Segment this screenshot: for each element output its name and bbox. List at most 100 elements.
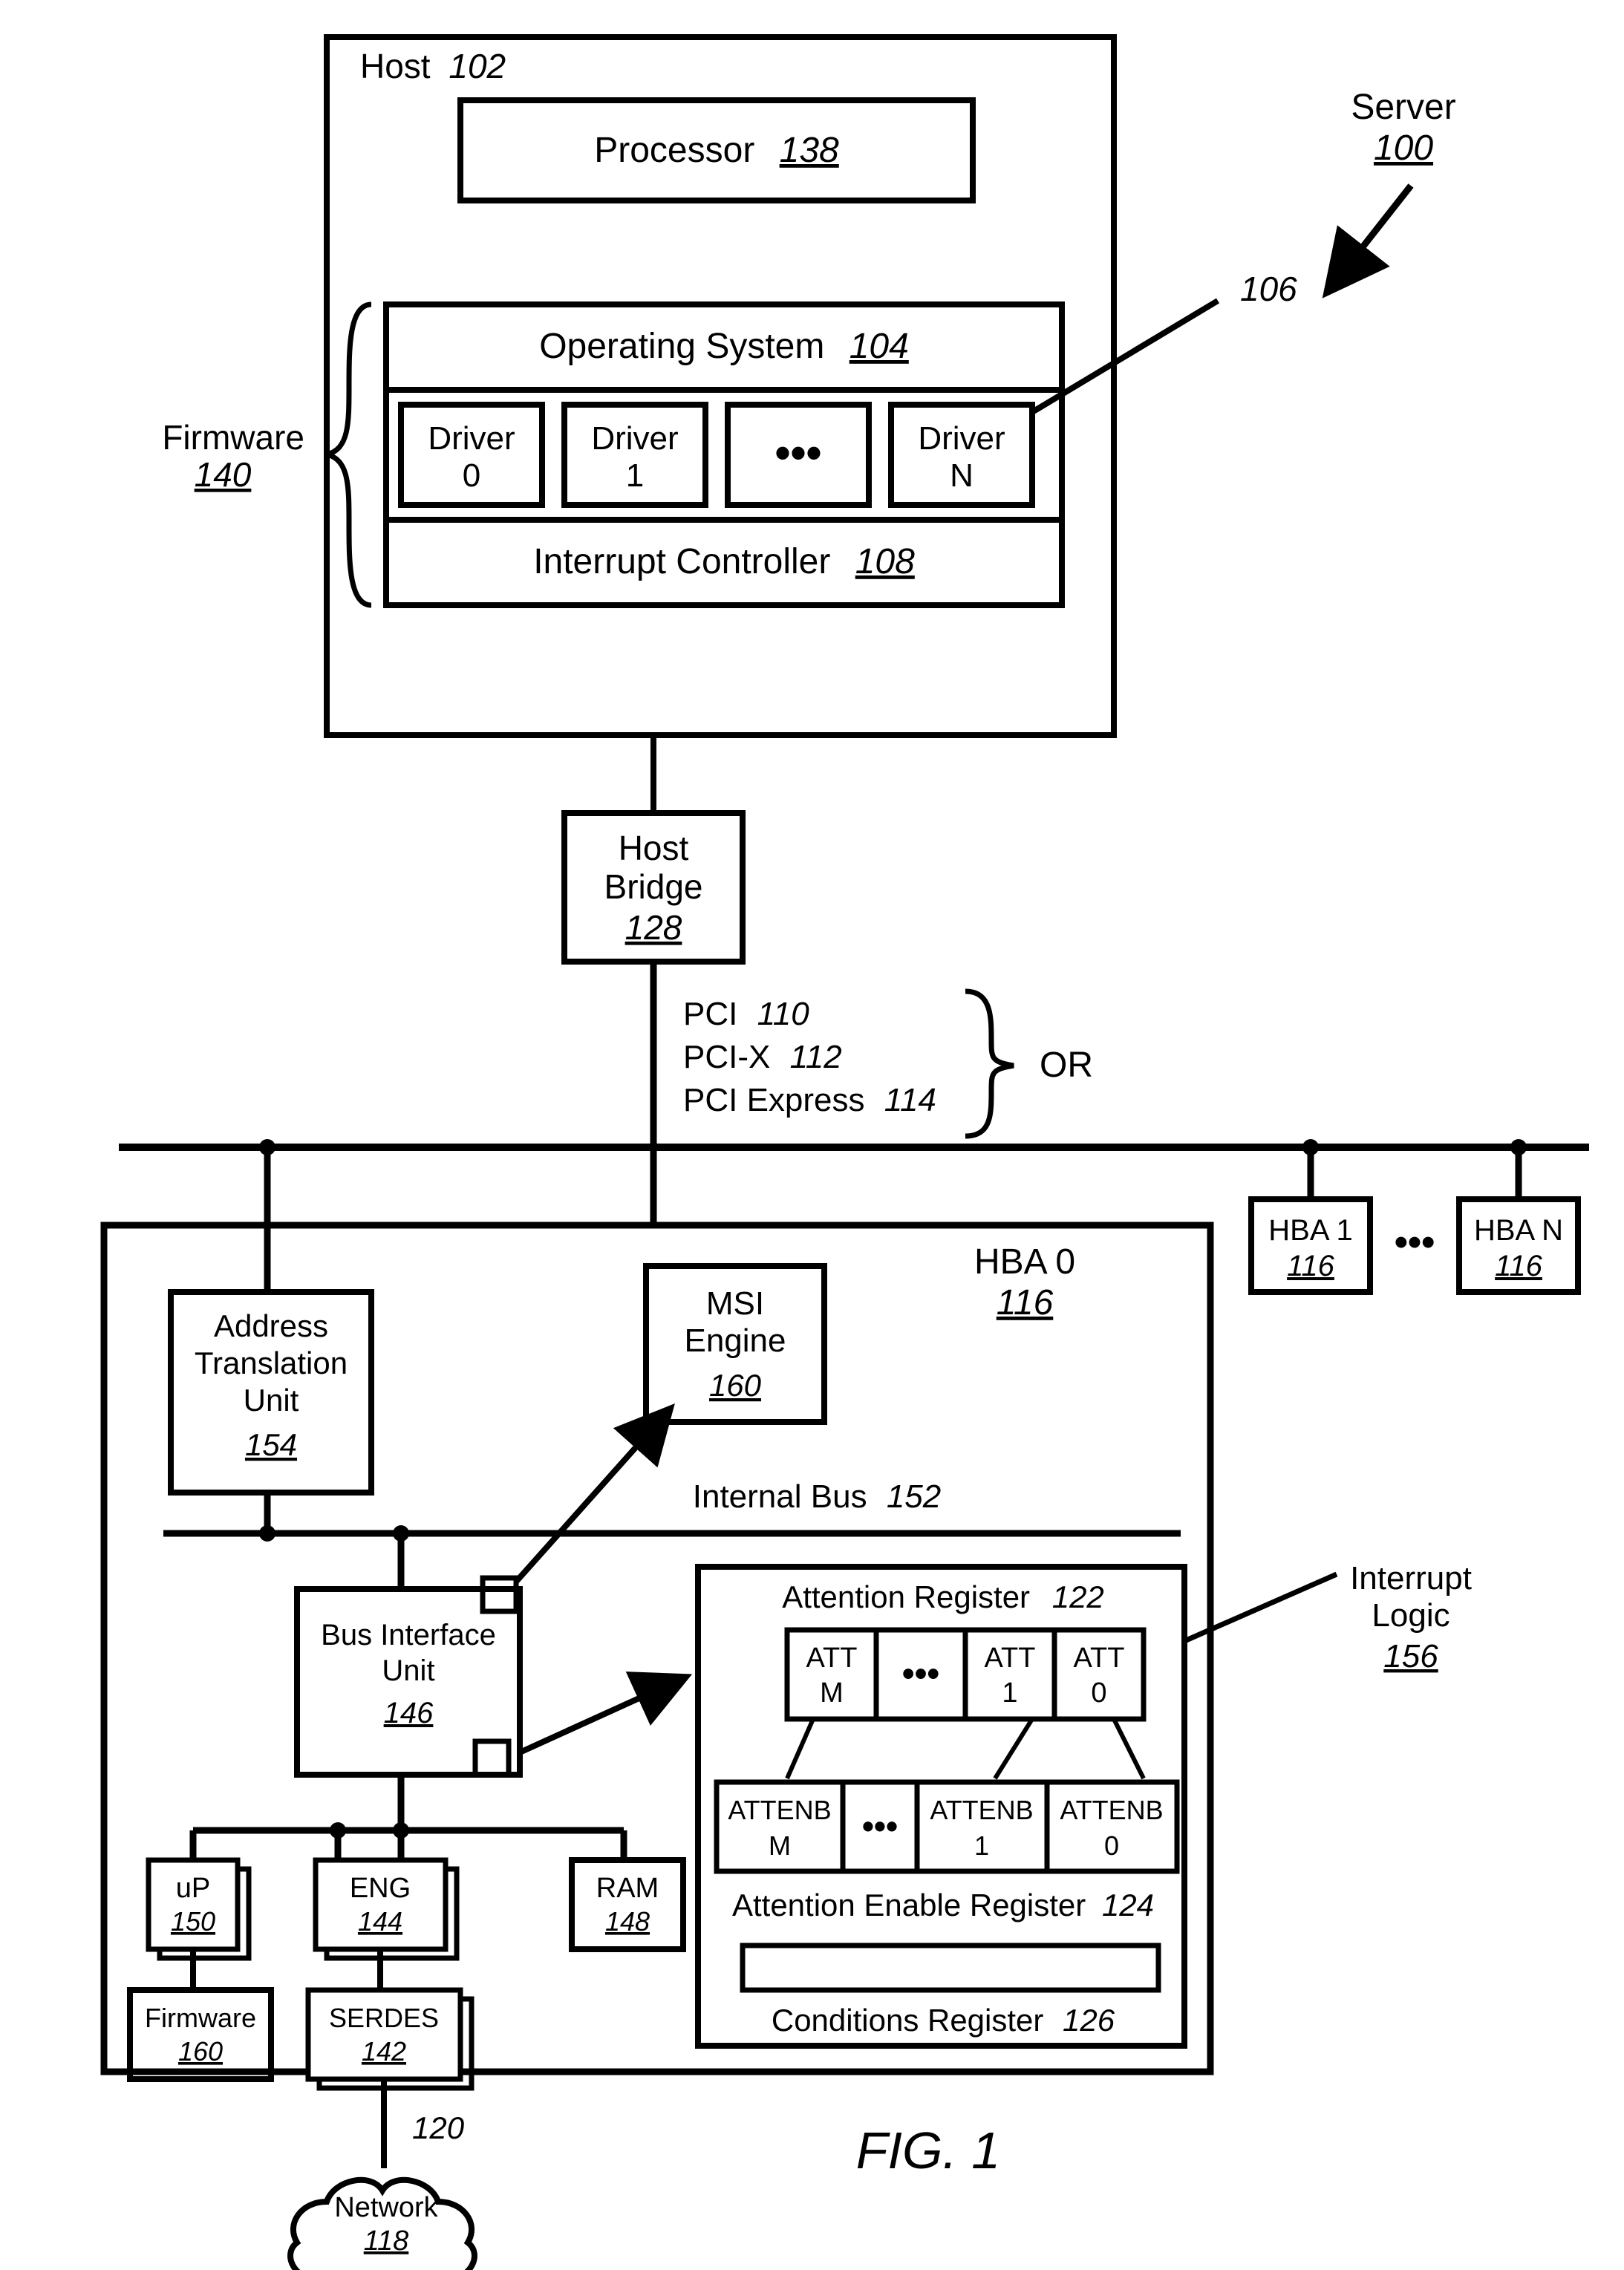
svg-text:HBA 1: HBA 1 <box>1268 1214 1352 1247</box>
svg-text:PCI Express 114: PCI Express 114 <box>683 1082 936 1118</box>
svg-text:150: 150 <box>171 1906 215 1937</box>
atu-box: Address Translation Unit 154 <box>171 1225 371 1542</box>
bus-drop-left <box>259 1139 275 1225</box>
svg-text:148: 148 <box>605 1906 650 1937</box>
hba-1-box: HBA 1 116 <box>1251 1139 1370 1292</box>
svg-text:N: N <box>950 457 974 494</box>
svg-text:Internal Bus 152: Internal Bus 152 <box>693 1478 941 1515</box>
svg-text:ATTENB: ATTENB <box>1060 1795 1163 1825</box>
svg-text:154: 154 <box>245 1427 297 1462</box>
svg-text:0: 0 <box>463 457 480 494</box>
interrupt-logic-label: Interrupt Logic 156 <box>1184 1560 1472 1674</box>
bus-options: PCI 110 PCI-X 112 PCI Express 114 OR <box>683 991 1093 1136</box>
svg-text:Interrupt Controller 108: Interrupt Controller 108 <box>533 542 915 581</box>
svg-text:RAM: RAM <box>596 1873 659 1904</box>
svg-text:Operating System 104: Operating System 104 <box>539 327 909 366</box>
svg-text:120: 120 <box>412 2110 465 2145</box>
serdes-to-network: 120 <box>384 2079 465 2168</box>
internal-bus: Internal Bus 152 <box>163 1478 1181 1533</box>
svg-text:Conditions Register 126: Conditions Register 126 <box>772 2003 1115 2038</box>
svg-text:PCI 110: PCI 110 <box>683 996 809 1032</box>
svg-text:0: 0 <box>1104 1830 1119 1861</box>
svg-text:100: 100 <box>1374 128 1433 168</box>
svg-text:Firmware: Firmware <box>145 2003 256 2033</box>
svg-text:M: M <box>820 1677 844 1709</box>
hba-n-box: HBA N 116 <box>1459 1139 1578 1292</box>
svg-text:MSI: MSI <box>706 1285 764 1322</box>
svg-text:Attention Enable Register: Attention Enable Register 124 <box>732 1888 1154 1922</box>
svg-text:ENG: ENG <box>350 1873 411 1904</box>
svg-text:106: 106 <box>1240 270 1297 308</box>
svg-text:ATT: ATT <box>985 1643 1036 1674</box>
svg-text:0: 0 <box>1091 1677 1106 1709</box>
svg-text:140: 140 <box>195 455 252 494</box>
serdes-box: SERDES 142 <box>308 1990 472 2088</box>
svg-text:Processor 138: Processor 138 <box>594 131 839 170</box>
svg-text:•••: ••• <box>775 428 821 477</box>
svg-text:116: 116 <box>1287 1250 1335 1282</box>
eng-box: ENG 144 <box>316 1830 457 1990</box>
svg-text:118: 118 <box>364 2225 409 2257</box>
svg-text:ATT: ATT <box>1074 1643 1125 1674</box>
driver-1: Driver 1 <box>564 405 705 505</box>
processor-box: Processor 138 <box>460 100 973 200</box>
server-label: Server 100 <box>1329 88 1456 290</box>
svg-text:146: 146 <box>384 1697 434 1729</box>
driver-n: Driver N <box>891 405 1032 505</box>
svg-text:HBA N: HBA N <box>1474 1214 1563 1247</box>
driver-ellipsis: ••• <box>728 405 869 505</box>
up-box: uP 150 <box>149 1830 249 1990</box>
hba-ellipsis: ••• <box>1395 1221 1435 1264</box>
svg-text:1: 1 <box>626 457 644 494</box>
driver-callout-106: 106 <box>1032 270 1297 412</box>
ram-box: RAM 148 <box>572 1830 683 1949</box>
firmware-box: Firmware 160 <box>130 1990 271 2079</box>
svg-text:Unit: Unit <box>244 1383 299 1418</box>
svg-text:Logic: Logic <box>1372 1597 1449 1634</box>
svg-text:•••: ••• <box>862 1807 898 1845</box>
network-cloud: Network 118 <box>290 2180 475 2270</box>
svg-text:160: 160 <box>709 1368 762 1403</box>
hba0-label: HBA 0 <box>974 1242 1075 1282</box>
svg-text:Host: Host <box>619 829 689 867</box>
svg-text:Address: Address <box>214 1308 328 1343</box>
svg-text:116: 116 <box>1495 1250 1543 1282</box>
svg-text:uP: uP <box>176 1873 210 1904</box>
svg-text:Interrupt: Interrupt <box>1350 1560 1472 1596</box>
svg-text:Unit: Unit <box>382 1654 434 1687</box>
svg-text:128: 128 <box>625 908 682 947</box>
msi-engine-box: MSI Engine 160 <box>646 1266 824 1422</box>
biu-box: Bus Interface Unit 146 <box>297 1411 683 1830</box>
svg-text:Driver: Driver <box>591 420 678 457</box>
svg-text:PCI-X 112: PCI-X 112 <box>683 1039 842 1075</box>
svg-text:Firmware: Firmware <box>162 418 304 457</box>
firmware-stack: Operating System 104 Driver 0 Driver 1 •… <box>386 304 1062 605</box>
host-label: Host 102 <box>360 47 506 85</box>
svg-text:160: 160 <box>178 2036 223 2067</box>
svg-text:Network: Network <box>334 2192 438 2223</box>
svg-text:142: 142 <box>362 2036 406 2067</box>
firmware-brace: Firmware 140 <box>162 304 371 605</box>
svg-text:144: 144 <box>358 1906 402 1937</box>
svg-text:SERDES: SERDES <box>329 2003 439 2033</box>
svg-text:Bus Interface: Bus Interface <box>321 1619 496 1651</box>
svg-text:ATTENB: ATTENB <box>728 1795 831 1825</box>
driver-0: Driver 0 <box>401 405 542 505</box>
svg-text:1: 1 <box>974 1830 989 1861</box>
svg-text:Server: Server <box>1351 88 1455 127</box>
svg-text:Driver: Driver <box>428 420 515 457</box>
hba0-ref: 116 <box>997 1283 1054 1322</box>
svg-text:1: 1 <box>1002 1677 1017 1709</box>
svg-text:ATTENB: ATTENB <box>930 1795 1033 1825</box>
svg-text:Driver: Driver <box>918 420 1005 457</box>
svg-text:OR: OR <box>1040 1046 1093 1085</box>
svg-text:Bridge: Bridge <box>604 867 703 906</box>
svg-text:Attention Register 122: Attention Register 122 <box>782 1579 1104 1614</box>
svg-text:Engine: Engine <box>684 1322 786 1359</box>
host-bridge-box: Host Bridge 128 <box>564 813 743 962</box>
interrupt-logic-box: Attention Register 122 ATT M ••• ATT 1 A… <box>698 1567 1184 2046</box>
svg-text:Translation: Translation <box>195 1346 348 1380</box>
svg-text:M: M <box>769 1830 791 1861</box>
figure-label: FIG. 1 <box>856 2121 1000 2179</box>
svg-text:156: 156 <box>1383 1638 1438 1674</box>
